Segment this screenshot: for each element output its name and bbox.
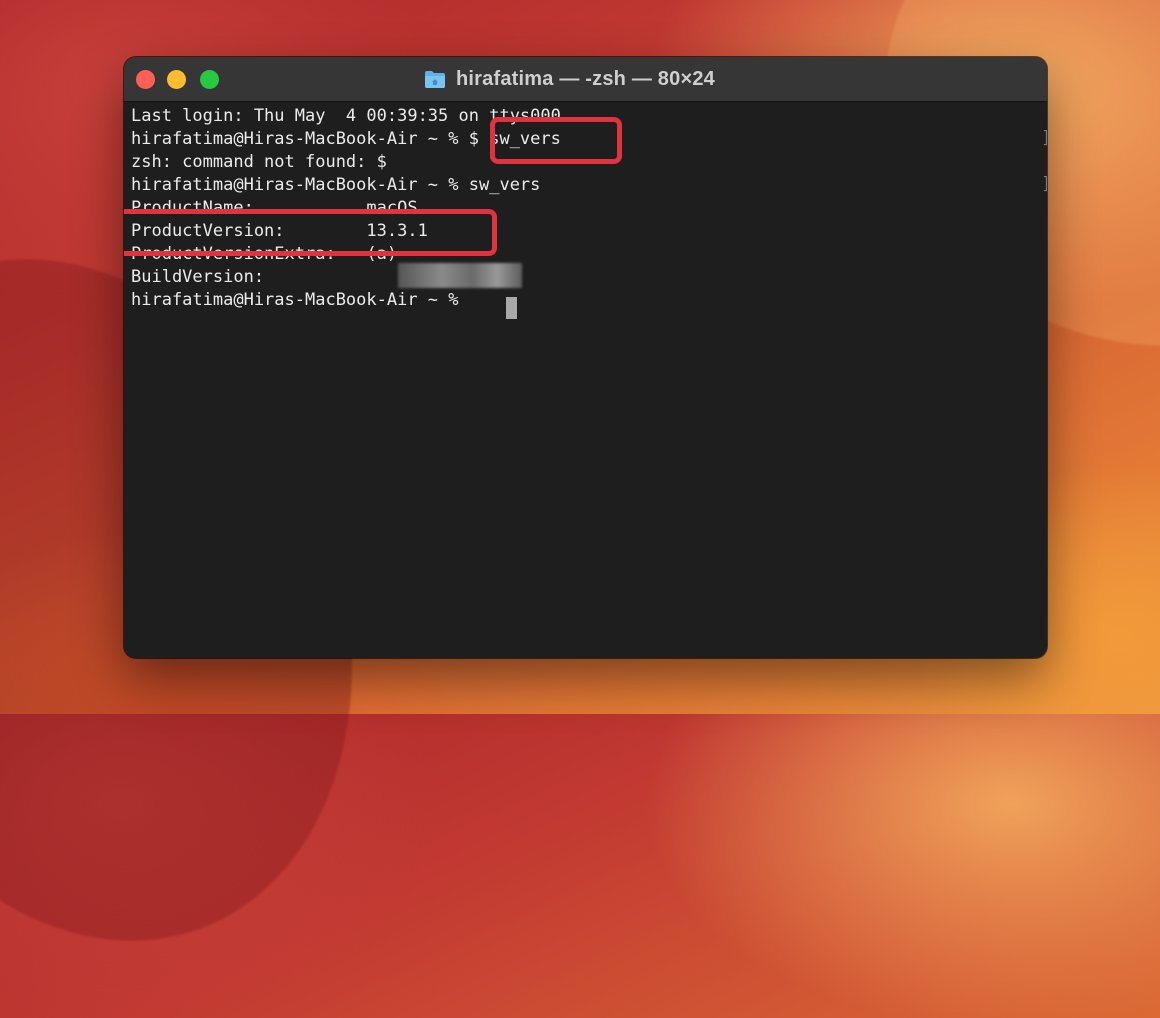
close-button[interactable] — [136, 70, 155, 89]
text-cursor — [506, 297, 517, 319]
terminal-window[interactable]: hirafatima — -zsh — 80×24 Last login: Th… — [124, 57, 1047, 658]
window-title: hirafatima — -zsh — 80×24 — [456, 67, 715, 90]
terminal-line: hirafatima@Hiras-MacBook-Air ~ % sw_vers — [131, 175, 541, 195]
line-marker: ] — [1041, 128, 1047, 148]
terminal-line: BuildVersion: — [131, 267, 367, 287]
title-bar[interactable]: hirafatima — -zsh — 80×24 — [124, 57, 1047, 102]
terminal-content[interactable]: Last login: Thu May 4 00:39:35 on ttys00… — [131, 105, 1047, 658]
zoom-button[interactable] — [200, 70, 219, 89]
sw-vers-command-highlight — [490, 117, 622, 164]
terminal-line: hirafatima@Hiras-MacBook-Air ~ % — [131, 290, 469, 310]
minimize-button[interactable] — [167, 70, 186, 89]
window-title-area: hirafatima — -zsh — 80×24 — [424, 67, 715, 91]
line-marker: ] — [1041, 174, 1047, 194]
folder-icon — [425, 71, 445, 88]
terminal-line: zsh: command not found: $ — [131, 152, 387, 172]
product-version-highlight — [124, 209, 497, 256]
redacted-build-version — [398, 263, 522, 288]
